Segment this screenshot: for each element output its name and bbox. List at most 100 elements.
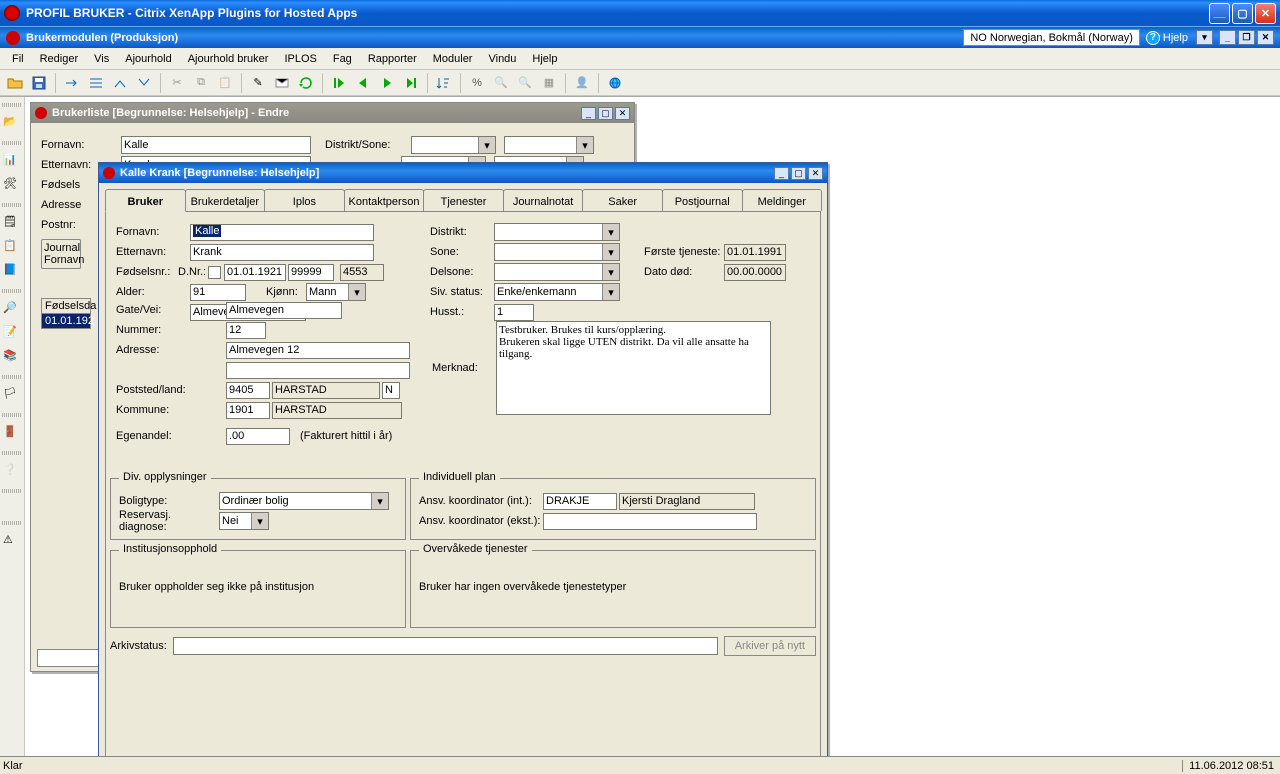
locale-selector[interactable]: NO Norwegian, Bokmål (Norway) <box>963 29 1140 46</box>
side-note-icon[interactable]: 📝 <box>3 325 21 343</box>
merknad-textarea[interactable] <box>496 321 771 415</box>
alder-input[interactable] <box>190 284 246 301</box>
prev-icon[interactable] <box>352 72 374 94</box>
percent-icon[interactable]: % <box>466 72 488 94</box>
menu-ajourhold-bruker[interactable]: Ajourhold bruker <box>180 51 277 67</box>
tab-tjenester[interactable]: Tjenester <box>423 189 504 211</box>
first-icon[interactable] <box>328 72 350 94</box>
postland-input[interactable] <box>382 382 400 399</box>
sort-icon[interactable] <box>433 72 455 94</box>
zoom-out-icon[interactable]: 🔍 <box>514 72 536 94</box>
xp-titlebar[interactable]: PROFIL BRUKER - Citrix XenApp Plugins fo… <box>0 0 1280 26</box>
kalle-close[interactable]: ✕ <box>808 167 823 180</box>
menu-rapporter[interactable]: Rapporter <box>360 51 425 67</box>
menu-iplos[interactable]: IPLOS <box>276 51 324 67</box>
delsone-select[interactable] <box>494 263 620 281</box>
gatevei-inputA[interactable] <box>226 302 342 319</box>
koord-int-code[interactable] <box>543 493 617 510</box>
egenandel-input[interactable] <box>226 428 290 445</box>
bl-list-row[interactable]: 01.01.192 <box>42 314 90 328</box>
menu-fag[interactable]: Fag <box>325 51 360 67</box>
kalle-minimize[interactable]: _ <box>774 167 789 180</box>
kalle-titlebar[interactable]: Kalle Krank [Begrunnelse: Helsehjelp] _ … <box>99 163 827 183</box>
kjonn-select[interactable]: Mann <box>306 283 366 301</box>
postnr-input[interactable] <box>226 382 270 399</box>
koord-ekst[interactable] <box>543 513 757 530</box>
mdi-close-button[interactable]: ✕ <box>1257 30 1274 45</box>
fornavn-input[interactable]: Kalle <box>190 224 374 241</box>
menu-hjelp[interactable]: Hjelp <box>524 51 565 67</box>
bl-sone-select[interactable] <box>504 136 594 154</box>
globe-icon[interactable] <box>604 72 626 94</box>
reservasj-select[interactable]: Nei <box>219 512 269 530</box>
menu-ajourhold[interactable]: Ajourhold <box>117 51 179 67</box>
brukerliste-close[interactable]: ✕ <box>615 107 630 120</box>
side-list-icon[interactable]: 🗒 <box>3 215 21 233</box>
open-icon[interactable] <box>4 72 26 94</box>
refresh-icon[interactable] <box>295 72 317 94</box>
side-exit-icon[interactable]: 🚪 <box>3 425 21 443</box>
window-kalle[interactable]: Kalle Krank [Begrunnelse: Helsehjelp] _ … <box>98 162 828 772</box>
cut-icon[interactable]: ✂ <box>166 72 188 94</box>
grid-icon[interactable]: ▦ <box>538 72 560 94</box>
adresse2-input[interactable] <box>226 362 410 379</box>
bl-distrikt-select[interactable] <box>411 136 496 154</box>
side-help-icon[interactable]: ❔ <box>3 463 21 481</box>
brukerliste-titlebar[interactable]: Brukerliste [Begrunnelse: Helsehjelp] - … <box>31 103 634 123</box>
help-button[interactable]: ? Hjelp <box>1146 31 1188 45</box>
brukerliste-maximize[interactable]: ▢ <box>598 107 613 120</box>
copy-icon[interactable]: ⧉ <box>190 72 212 94</box>
menu-fil[interactable]: Fil <box>4 51 32 67</box>
side-folder-icon[interactable]: 📂 <box>3 115 21 133</box>
save-icon[interactable] <box>28 72 50 94</box>
side-search-icon[interactable]: 🔎 <box>3 301 21 319</box>
mdi-restore-button[interactable]: ❐ <box>1238 30 1255 45</box>
sone-select[interactable] <box>494 243 620 261</box>
edit-icon[interactable]: ✎ <box>247 72 269 94</box>
side-stack-icon[interactable]: 📚 <box>3 349 21 367</box>
distrikt-select[interactable] <box>494 223 620 241</box>
side-clipboard-icon[interactable]: 📋 <box>3 239 21 257</box>
tab-kontaktperson[interactable]: Kontaktperson <box>344 189 425 211</box>
mdi-minimize-button[interactable]: _ <box>1219 30 1236 45</box>
tab-brukerdetaljer[interactable]: Brukerdetaljer <box>185 189 266 211</box>
paste-icon[interactable]: 📋 <box>214 72 236 94</box>
boligtype-select[interactable]: Ordinær bolig <box>219 492 389 510</box>
kalle-maximize[interactable]: ▢ <box>791 167 806 180</box>
tab-iplos[interactable]: Iplos <box>264 189 345 211</box>
sivstatus-select[interactable]: Enke/enkemann <box>494 283 620 301</box>
brukerliste-minimize[interactable]: _ <box>581 107 596 120</box>
minimize-button[interactable]: __ <box>1209 3 1230 24</box>
maximize-button[interactable]: ▢ <box>1232 3 1253 24</box>
side-tools-icon[interactable]: 🛠 <box>3 177 21 195</box>
personnr-input[interactable] <box>288 264 334 281</box>
tab-saker[interactable]: Saker <box>582 189 663 211</box>
next-icon[interactable] <box>376 72 398 94</box>
etternavn-input[interactable] <box>190 244 374 261</box>
side-book-icon[interactable]: 📘 <box>3 263 21 281</box>
arkivstatus-input[interactable] <box>173 637 718 655</box>
side-chart-icon[interactable]: 📊 <box>3 153 21 171</box>
close-button[interactable]: ✕ <box>1255 3 1276 24</box>
menu-vis[interactable]: Vis <box>86 51 117 67</box>
menu-rediger[interactable]: Rediger <box>32 51 87 67</box>
komnr-input[interactable] <box>226 402 270 419</box>
side-warning-icon[interactable]: ⚠ <box>3 533 21 551</box>
mail-icon[interactable] <box>271 72 293 94</box>
tab-meldinger[interactable]: Meldinger <box>742 189 823 211</box>
adresse-input[interactable] <box>226 342 410 359</box>
bl-fornavn-input[interactable]: Kalle <box>121 136 311 154</box>
delete-row-icon[interactable] <box>85 72 107 94</box>
tab-postjournal[interactable]: Postjournal <box>662 189 743 211</box>
side-flag-icon[interactable]: 🏳 <box>3 387 21 405</box>
menu-vindu[interactable]: Vindu <box>480 51 524 67</box>
nav-down-icon[interactable] <box>133 72 155 94</box>
user-icon[interactable]: 👤 <box>571 72 593 94</box>
tab-bruker[interactable]: Bruker <box>105 189 186 212</box>
arkiver-button[interactable]: Arkiver på nytt <box>724 636 816 656</box>
mdi-help-dropdown[interactable]: ▾ <box>1196 30 1213 45</box>
nummer-input[interactable] <box>226 322 266 339</box>
zoom-in-icon[interactable]: 🔍 <box>490 72 512 94</box>
bl-list-header[interactable]: Fødselsda <box>42 299 90 314</box>
insert-row-icon[interactable] <box>61 72 83 94</box>
